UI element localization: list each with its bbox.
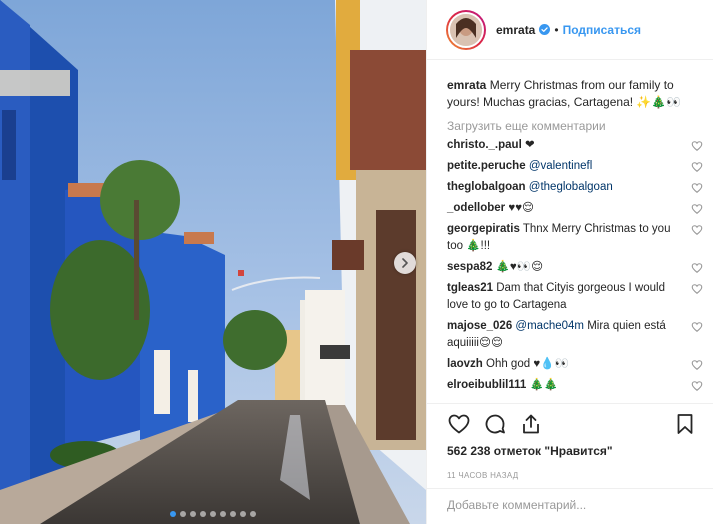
comment-text: Ohh god ♥💧👀 [486, 358, 569, 370]
comment-bubble-icon[interactable] [483, 412, 507, 436]
comment-like-heart-icon[interactable] [691, 262, 703, 274]
comment-row: elroeibublil111 🎄🎄 [447, 377, 703, 394]
post-photo[interactable] [0, 0, 426, 524]
carousel-dot[interactable] [180, 511, 186, 517]
carousel-dot[interactable] [220, 511, 226, 517]
comment-row: christo._.paul ❤ [447, 137, 703, 154]
carousel-dot[interactable] [230, 511, 236, 517]
comment-username[interactable]: majose_026 [447, 320, 512, 332]
carousel-dot[interactable] [210, 511, 216, 517]
comment-username[interactable]: elroeibublil111 [447, 379, 526, 391]
caption-username[interactable]: emrata [447, 78, 486, 92]
carousel-dot[interactable] [200, 511, 206, 517]
share-icon[interactable] [519, 412, 543, 436]
comment-username[interactable]: petite.peruche [447, 160, 526, 172]
carousel-dot[interactable] [170, 511, 176, 517]
comment-text: 🎄🎄 [529, 379, 559, 391]
comment-row: georgepiratis Thnx Merry Christmas to yo… [447, 221, 703, 255]
carousel-next-button[interactable] [394, 252, 416, 274]
comment-like-heart-icon[interactable] [691, 359, 703, 371]
post-side-panel: emrata • Подписаться emrata Merry Christ… [426, 0, 713, 524]
comment-like-heart-icon[interactable] [691, 203, 703, 215]
comment-text: ❤ [524, 139, 535, 151]
comment-username[interactable]: sespa82 [447, 261, 492, 273]
comment-row: tgleas21 Dam that Cityis gorgeous I woul… [447, 280, 703, 314]
header-separator: • [554, 22, 559, 37]
comments-list: emrata Merry Christmas from our family t… [427, 60, 713, 394]
carousel-dot[interactable] [190, 511, 196, 517]
avatar[interactable] [446, 9, 486, 50]
comment-row: theglobalgoan @theglobalgoan [447, 179, 703, 196]
comment-username[interactable]: laovzh [447, 358, 483, 370]
comment-row: laovzh Ohh god ♥💧👀 [447, 356, 703, 373]
carousel-dot[interactable] [240, 511, 246, 517]
follow-button[interactable]: Подписаться [563, 23, 641, 37]
carousel-indicator [0, 511, 426, 517]
comment-username[interactable]: _odellober [447, 202, 505, 214]
post-timestamp[interactable]: 11 ЧАСОВ НАЗАД [447, 471, 697, 480]
comment-mention[interactable]: @mache04m [515, 320, 584, 332]
comment-row: majose_026 @mache04m Mira quien está aqu… [447, 318, 703, 352]
carousel-dot[interactable] [250, 511, 256, 517]
post-actions-block: 562 238 отметок "Нравится" 11 ЧАСОВ НАЗА… [427, 403, 713, 480]
comment-like-heart-icon[interactable] [691, 321, 703, 333]
street-photo-image [0, 0, 426, 524]
comment-username[interactable]: georgepiratis [447, 223, 520, 235]
load-more-comments-button[interactable]: Загрузить еще комментарии [447, 119, 703, 133]
action-bar [447, 404, 697, 444]
comment-like-heart-icon[interactable] [691, 161, 703, 173]
comment-username[interactable]: theglobalgoan [447, 181, 526, 193]
add-comment-input[interactable]: Добавьте комментарий... [427, 488, 713, 524]
comment-mention[interactable]: @theglobalgoan [529, 181, 613, 193]
comment-like-heart-icon[interactable] [691, 283, 703, 295]
comment-like-heart-icon[interactable] [691, 182, 703, 194]
post-caption: emrata Merry Christmas from our family t… [447, 77, 703, 111]
comment-like-heart-icon[interactable] [691, 380, 703, 392]
verified-badge-icon [539, 24, 551, 35]
comment-like-heart-icon[interactable] [691, 224, 703, 236]
comment-mention[interactable]: @valentinefl [529, 160, 592, 172]
chevron-right-icon [402, 258, 408, 268]
comment-username[interactable]: tgleas21 [447, 282, 493, 294]
comment-row: petite.peruche @valentinefl [447, 158, 703, 175]
comment-text: ♥♥😌 [508, 202, 535, 214]
avatar-image [448, 11, 484, 48]
post-header: emrata • Подписаться [427, 0, 713, 60]
bookmark-icon[interactable] [673, 412, 697, 436]
comment-like-heart-icon[interactable] [691, 140, 703, 152]
heart-icon[interactable] [447, 412, 471, 436]
comment-row: _odellober ♥♥😌 [447, 200, 703, 217]
comment-row: sespa82 🎄♥👀😌 [447, 259, 703, 276]
header-username[interactable]: emrata [496, 23, 535, 37]
likes-count[interactable]: 562 238 отметок "Нравится" [447, 444, 697, 458]
comment-username[interactable]: christo._.paul [447, 139, 522, 151]
comment-text: 🎄♥👀😌 [495, 261, 544, 273]
